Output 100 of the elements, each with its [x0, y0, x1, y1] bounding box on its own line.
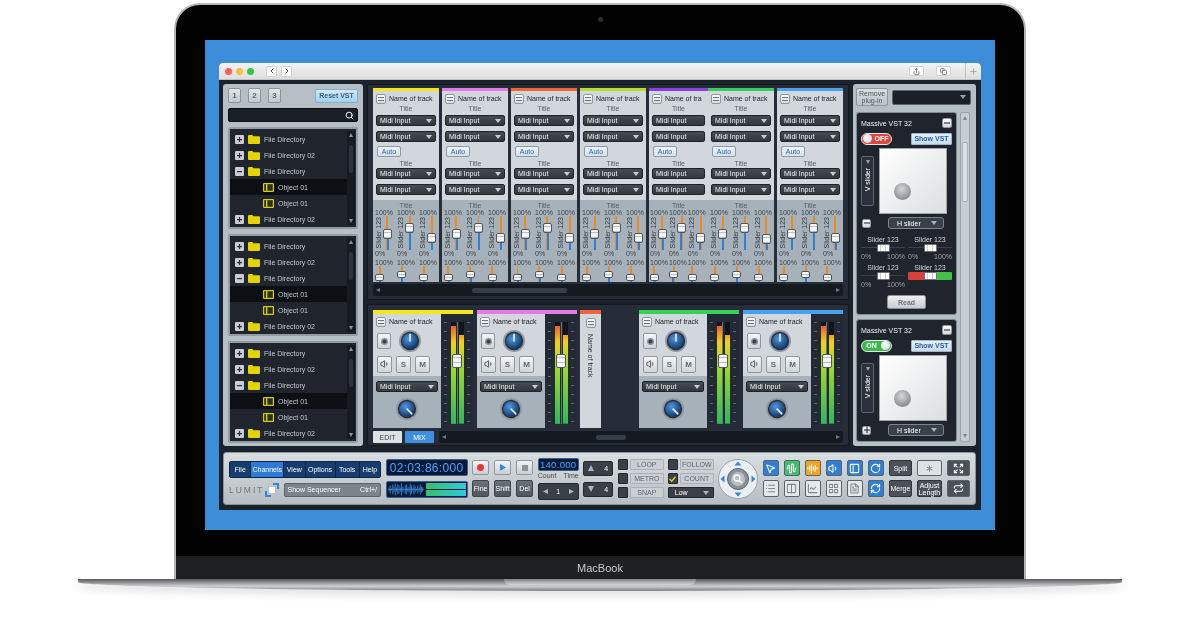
strip-menu-button[interactable]: [642, 316, 652, 327]
fader-thumb[interactable]: [658, 229, 667, 240]
knob[interactable]: [399, 330, 421, 352]
scrollbar[interactable]: [347, 345, 355, 439]
volume-fader-thumb[interactable]: [718, 353, 728, 368]
tool-button[interactable]: [762, 460, 779, 476]
tool-button[interactable]: [846, 480, 863, 497]
expand-icon[interactable]: [235, 364, 244, 374]
collapse-icon[interactable]: [235, 273, 244, 283]
speaker-button[interactable]: [643, 355, 658, 373]
scroll-thumb[interactable]: [962, 142, 968, 202]
solo-button[interactable]: S: [766, 355, 781, 373]
mute-button[interactable]: M: [785, 355, 800, 373]
checkbox[interactable]: [617, 487, 628, 498]
volume-fader-thumb[interactable]: [556, 353, 566, 368]
fader-thumb[interactable]: [496, 232, 506, 243]
knob[interactable]: [500, 398, 522, 420]
fader-thumb[interactable]: [419, 273, 429, 281]
fader-thumb[interactable]: [695, 232, 705, 243]
strip-menu-button[interactable]: [583, 93, 593, 104]
scrollbar[interactable]: [960, 112, 970, 442]
strip-menu-button[interactable]: [746, 316, 756, 327]
fader-thumb[interactable]: [427, 232, 437, 243]
fader-thumb[interactable]: [452, 229, 462, 240]
fader-thumb[interactable]: [762, 234, 772, 244]
tool-button[interactable]: [804, 480, 821, 497]
scrollbar[interactable]: [439, 431, 843, 443]
volume-fader-track[interactable]: [452, 322, 462, 424]
checkbox[interactable]: [667, 459, 678, 470]
fader-thumb[interactable]: [535, 270, 545, 278]
fader-thumb[interactable]: [444, 273, 454, 281]
strip-menu-button[interactable]: [780, 93, 790, 104]
strip-menu-button[interactable]: [480, 316, 490, 327]
knob[interactable]: [769, 330, 791, 352]
back-button[interactable]: [266, 65, 277, 77]
expand-strip-button[interactable]: [585, 318, 596, 328]
mute-button[interactable]: M: [681, 355, 696, 373]
xy-handle[interactable]: [894, 183, 911, 200]
slider-thumb[interactable]: [923, 272, 937, 280]
fader-thumb[interactable]: [801, 270, 811, 278]
fader-thumb[interactable]: [634, 232, 644, 243]
tool-button[interactable]: [946, 480, 970, 497]
fader-track[interactable]: [650, 266, 659, 282]
close-button[interactable]: [225, 67, 232, 75]
preset-button[interactable]: 2: [248, 88, 261, 103]
tool-button[interactable]: [783, 460, 800, 476]
expand-icon[interactable]: [235, 241, 244, 251]
tool-button[interactable]: [783, 480, 800, 497]
tool-button[interactable]: [867, 460, 884, 476]
fader-thumb[interactable]: [466, 270, 476, 278]
fader-thumb[interactable]: [383, 229, 393, 240]
tool-button[interactable]: [867, 480, 884, 497]
speaker-button[interactable]: [481, 355, 496, 373]
fader-thumb[interactable]: [543, 222, 553, 233]
search-field[interactable]: [228, 108, 358, 122]
knob[interactable]: [662, 398, 684, 420]
fader-thumb[interactable]: [488, 273, 498, 281]
knob[interactable]: [396, 398, 418, 420]
fader-thumb[interactable]: [565, 232, 575, 243]
scrollbar[interactable]: [373, 284, 843, 296]
fader-thumb[interactable]: [754, 273, 764, 281]
play-button[interactable]: [494, 460, 512, 475]
fader-thumb[interactable]: [612, 222, 622, 233]
tool-button[interactable]: [846, 460, 863, 476]
fader-thumb[interactable]: [474, 222, 484, 233]
fader-thumb[interactable]: [676, 222, 686, 233]
slider-thumb[interactable]: [876, 244, 890, 252]
strip-menu-button[interactable]: [514, 93, 524, 104]
strip-menu-button[interactable]: [711, 93, 721, 104]
knob[interactable]: [665, 330, 687, 352]
scroll-thumb[interactable]: [472, 287, 567, 293]
stop-button[interactable]: [516, 460, 534, 475]
fader-thumb[interactable]: [710, 273, 720, 281]
expand-icon[interactable]: [235, 150, 244, 160]
remove-button[interactable]: [942, 118, 952, 128]
fader-thumb[interactable]: [787, 229, 797, 240]
strip-menu-button[interactable]: [652, 93, 662, 104]
tabs-button[interactable]: [936, 66, 951, 76]
tool-button[interactable]: [825, 480, 842, 497]
tool-button[interactable]: [762, 480, 779, 497]
fader-thumb[interactable]: [732, 270, 742, 278]
scrollbar[interactable]: [347, 238, 355, 332]
fader-thumb[interactable]: [513, 273, 523, 281]
knob[interactable]: [503, 330, 525, 352]
fader-thumb[interactable]: [405, 222, 415, 233]
expand-icon[interactable]: [235, 134, 244, 144]
checkbox[interactable]: [667, 473, 678, 484]
volume-fader-thumb[interactable]: [822, 353, 832, 368]
checkbox[interactable]: [617, 459, 628, 470]
record-arm-button[interactable]: [481, 333, 495, 349]
fader-thumb[interactable]: [740, 222, 750, 233]
record-arm-button[interactable]: [643, 333, 657, 349]
fader-thumb[interactable]: [823, 273, 833, 281]
plugin-dropdown[interactable]: [892, 89, 971, 105]
tool-button[interactable]: [825, 460, 842, 476]
tool-button[interactable]: [916, 460, 942, 476]
collapse-icon[interactable]: [235, 380, 244, 390]
tool-button[interactable]: [804, 460, 821, 476]
record-button[interactable]: [472, 460, 490, 475]
fader-thumb[interactable]: [809, 222, 819, 233]
